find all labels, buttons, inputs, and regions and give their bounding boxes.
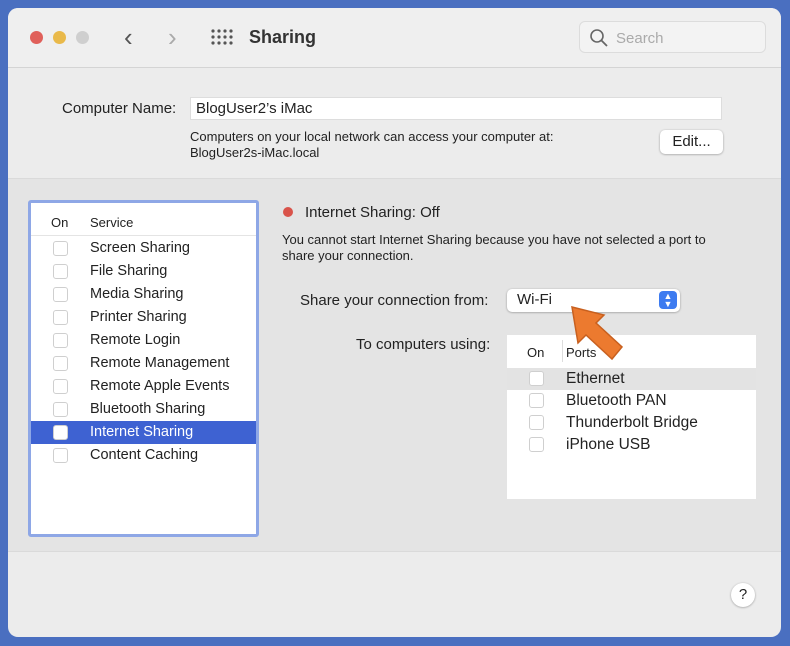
service-checkbox[interactable]: [53, 287, 68, 302]
back-icon[interactable]: ‹: [124, 22, 133, 53]
arrow-annotation-icon: [571, 305, 624, 361]
service-row[interactable]: Remote Apple Events: [31, 375, 256, 398]
service-checkbox[interactable]: [53, 448, 68, 463]
service-row[interactable]: Printer Sharing: [31, 306, 256, 329]
header-on[interactable]: On: [51, 215, 68, 230]
service-label: Internet Sharing: [90, 424, 194, 440]
sharing-window: ‹ › Sharing Search Computer Name: BlogUs…: [8, 8, 781, 637]
service-row[interactable]: Screen Sharing: [31, 237, 256, 260]
service-label: Remote Apple Events: [90, 378, 230, 394]
title-bar: ‹ › Sharing Search: [8, 8, 781, 68]
service-row[interactable]: Media Sharing: [31, 283, 256, 306]
message-line: share your connection.: [282, 248, 414, 263]
service-row[interactable]: Content Caching: [31, 444, 256, 467]
search-input[interactable]: Search: [579, 21, 766, 53]
network-address-info: Computers on your local network can acce…: [190, 129, 553, 161]
service-label: Content Caching: [90, 447, 199, 463]
to-computers-label: To computers using:: [356, 336, 491, 353]
service-label: File Sharing: [90, 263, 168, 279]
service-label: Remote Management: [90, 355, 230, 371]
service-checkbox[interactable]: [53, 264, 68, 279]
port-row[interactable]: Bluetooth PAN: [507, 390, 756, 412]
local-hostname: BlogUser2s-iMac.local: [190, 145, 320, 160]
service-label: Remote Login: [90, 332, 181, 348]
service-label: Screen Sharing: [90, 240, 190, 256]
port-checkbox[interactable]: [529, 437, 544, 452]
port-row[interactable]: Ethernet: [507, 368, 756, 390]
service-row[interactable]: Internet Sharing: [31, 421, 256, 444]
service-label: Bluetooth Sharing: [90, 401, 206, 417]
header-service[interactable]: Service: [90, 215, 133, 230]
port-checkbox[interactable]: [529, 371, 544, 386]
service-checkbox[interactable]: [53, 333, 68, 348]
service-label: Media Sharing: [90, 286, 184, 302]
port-label: Thunderbolt Bridge: [566, 414, 698, 431]
port-row[interactable]: iPhone USB: [507, 434, 756, 456]
port-label: iPhone USB: [566, 436, 651, 453]
ports-header: On Ports: [507, 335, 756, 366]
service-row[interactable]: Remote Login: [31, 329, 256, 352]
forward-icon[interactable]: ›: [168, 22, 177, 53]
zoom-button[interactable]: [76, 31, 89, 44]
port-checkbox[interactable]: [529, 393, 544, 408]
chevron-updown-icon: ▲ ▼: [659, 291, 677, 309]
status-indicator: [283, 207, 293, 217]
minimize-button[interactable]: [53, 31, 66, 44]
service-label: Printer Sharing: [90, 309, 187, 325]
share-from-value: Wi-Fi: [517, 291, 552, 308]
grid-icon[interactable]: [211, 29, 233, 45]
service-row[interactable]: Bluetooth Sharing: [31, 398, 256, 421]
computer-name-label: Computer Name:: [62, 100, 177, 117]
ports-table[interactable]: On Ports Ethernet Bluetooth PAN Thunderbol…: [507, 335, 756, 499]
service-checkbox[interactable]: [53, 402, 68, 417]
status-message: You cannot start Internet Sharing becaus…: [282, 232, 706, 264]
service-list[interactable]: On Service Screen Sharing File Sharing Med…: [28, 200, 259, 537]
search-placeholder: Search: [616, 30, 664, 47]
header-on[interactable]: On: [527, 345, 544, 360]
port-label: Bluetooth PAN: [566, 392, 667, 409]
share-from-label: Share your connection from:: [300, 292, 489, 309]
service-checkbox[interactable]: [53, 379, 68, 394]
edit-button[interactable]: Edit...: [660, 130, 723, 154]
search-icon: [590, 29, 608, 47]
service-checkbox[interactable]: [53, 356, 68, 371]
service-checkbox[interactable]: [53, 241, 68, 256]
status-text: Internet Sharing: Off: [305, 204, 440, 221]
close-button[interactable]: [30, 31, 43, 44]
port-row[interactable]: Thunderbolt Bridge: [507, 412, 756, 434]
info-line: Computers on your local network can acce…: [190, 129, 554, 144]
service-list-header: On Service: [31, 209, 256, 236]
message-line: You cannot start Internet Sharing becaus…: [282, 232, 706, 247]
service-row[interactable]: File Sharing: [31, 260, 256, 283]
service-row[interactable]: Remote Management: [31, 352, 256, 375]
service-checkbox[interactable]: [53, 310, 68, 325]
service-checkbox[interactable]: [53, 425, 68, 440]
window-title: Sharing: [249, 27, 317, 47]
computer-name-field[interactable]: BlogUser2’s iMac: [190, 97, 722, 120]
help-button[interactable]: ?: [731, 583, 755, 607]
port-checkbox[interactable]: [529, 415, 544, 430]
port-label: Ethernet: [566, 370, 625, 387]
